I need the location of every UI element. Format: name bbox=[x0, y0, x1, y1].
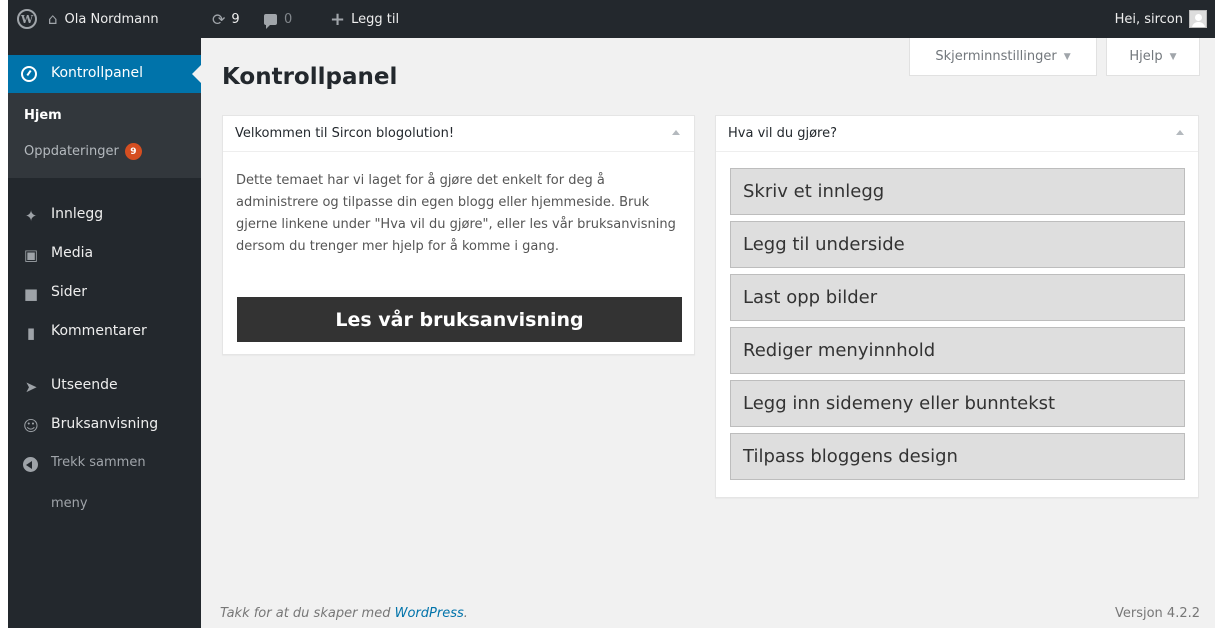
actions-widget-title: Hva vil du gjøre? bbox=[728, 126, 838, 141]
new-content-link[interactable]: + Legg til bbox=[330, 0, 399, 38]
plus-icon: + bbox=[330, 8, 346, 30]
page-title: Kontrollpanel bbox=[222, 64, 398, 90]
media-icon: ▣ bbox=[23, 246, 39, 264]
welcome-widget-title: Velkommen til Sircon blogolution! bbox=[235, 126, 455, 141]
sidebar-item-label: Sider bbox=[51, 284, 88, 300]
screen-options-tab[interactable]: Skjerminnstillinger ▼ bbox=[909, 38, 1097, 76]
action-sidebar-footer[interactable]: Legg inn sidemeny eller bunntekst bbox=[730, 380, 1185, 427]
help-tab[interactable]: Hjelp ▼ bbox=[1106, 38, 1200, 76]
sidebar-item-label: Bruksanvisning bbox=[51, 416, 159, 432]
refresh-icon: ⟳ bbox=[212, 9, 226, 29]
smiley-icon: ☺ bbox=[23, 417, 39, 435]
sidebar-item-manual[interactable]: ☺ Bruksanvisning bbox=[8, 408, 201, 442]
collapse-arrow-icon bbox=[23, 457, 38, 472]
collapse-toggle-icon[interactable] bbox=[1176, 130, 1184, 135]
screen-options-label: Skjerminnstillinger bbox=[935, 49, 1057, 64]
action-add-subpage[interactable]: Legg til underside bbox=[730, 221, 1185, 268]
action-upload-images[interactable]: Last opp bilder bbox=[730, 274, 1185, 321]
welcome-text: Dette temaet har vi laget for å gjøre de… bbox=[236, 173, 676, 254]
updates-link[interactable]: ⟳ 9 bbox=[212, 0, 240, 38]
appearance-icon: ➤ bbox=[24, 378, 38, 396]
action-customize-design[interactable]: Tilpass bloggens design bbox=[730, 433, 1185, 480]
action-edit-menu[interactable]: Rediger menyinnhold bbox=[730, 327, 1185, 374]
updates-badge: 9 bbox=[124, 143, 142, 160]
dashboard-gauge-icon bbox=[21, 66, 37, 82]
comments-link[interactable]: 0 bbox=[264, 0, 292, 38]
avatar bbox=[1189, 10, 1207, 28]
site-name-link[interactable]: ⌂ Ola Nordmann bbox=[48, 0, 159, 38]
sidebar-item-media[interactable]: ▣ Media bbox=[8, 237, 201, 271]
sidebar-item-label: Media bbox=[51, 245, 94, 261]
admin-bar: W ⌂ Ola Nordmann ⟳ 9 0 + Legg til Hei, s… bbox=[8, 0, 1215, 38]
my-account-link[interactable]: Hei, sircon bbox=[1115, 0, 1207, 38]
help-label: Hjelp bbox=[1129, 49, 1163, 64]
caret-down-icon: ▼ bbox=[1169, 51, 1177, 62]
sidebar-item-label: Kommentarer bbox=[51, 323, 147, 339]
welcome-widget-header[interactable]: Velkommen til Sircon blogolution! bbox=[223, 116, 694, 152]
site-name: Ola Nordmann bbox=[64, 11, 159, 27]
submenu-item-updates[interactable]: Oppdateringer 9 bbox=[24, 143, 142, 160]
account-greeting: Hei, sircon bbox=[1114, 11, 1183, 27]
welcome-widget: Velkommen til Sircon blogolution! Dette … bbox=[222, 115, 695, 355]
pin-icon: ✦ bbox=[24, 207, 38, 225]
action-write-post[interactable]: Skriv et innlegg bbox=[730, 168, 1185, 215]
sidebar-item-label: Kontrollpanel bbox=[51, 65, 144, 81]
dashboard-submenu: Hjem Oppdateringer 9 bbox=[8, 93, 201, 178]
comments-count: 0 bbox=[284, 11, 293, 27]
sidebar-item-appearance[interactable]: ➤ Utseende bbox=[8, 369, 201, 403]
wordpress-link[interactable]: WordPress bbox=[395, 606, 464, 621]
footer-thanks-prefix: Takk for at du skaper med bbox=[220, 606, 395, 621]
submenu-item-home[interactable]: Hjem bbox=[24, 108, 62, 123]
comments-icon: ▮ bbox=[26, 324, 36, 342]
collapse-toggle-icon[interactable] bbox=[672, 130, 680, 135]
sidebar-item-comments[interactable]: ▮ Kommentarer bbox=[8, 315, 201, 349]
footer-thanks-suffix: . bbox=[463, 606, 468, 621]
sidebar-item-pages[interactable]: ■ Sider bbox=[8, 276, 201, 310]
pages-icon: ■ bbox=[23, 285, 39, 303]
new-content-label: Legg til bbox=[351, 11, 400, 27]
wp-logo-menu[interactable]: W bbox=[12, 0, 42, 38]
sidebar-item-label: Utseende bbox=[51, 377, 118, 393]
wp-admin-frame: W ⌂ Ola Nordmann ⟳ 9 0 + Legg til Hei, s… bbox=[8, 0, 1215, 628]
caret-down-icon: ▼ bbox=[1063, 51, 1071, 62]
admin-sidebar: Kontrollpanel Hjem Oppdateringer 9 ✦ Inn… bbox=[8, 38, 201, 628]
sidebar-item-label: Innlegg bbox=[51, 206, 104, 222]
footer-thanks: Takk for at du skaper med WordPress. bbox=[220, 606, 468, 621]
collapse-menu-label-line2: meny bbox=[51, 496, 88, 511]
sidebar-item-posts[interactable]: ✦ Innlegg bbox=[8, 198, 201, 232]
sidebar-item-dashboard[interactable]: Kontrollpanel bbox=[8, 55, 201, 93]
collapse-menu-label: Trekk sammen bbox=[51, 455, 146, 470]
home-icon: ⌂ bbox=[48, 10, 58, 28]
submenu-updates-label: Oppdateringer bbox=[24, 144, 119, 159]
read-manual-button[interactable]: Les vår bruksanvisning bbox=[237, 297, 682, 342]
updates-count: 9 bbox=[231, 11, 240, 27]
footer-version: Versjon 4.2.2 bbox=[1114, 606, 1200, 621]
comment-bubble-icon bbox=[264, 13, 277, 29]
wordpress-logo-icon: W bbox=[17, 9, 37, 29]
actions-widget-header[interactable]: Hva vil du gjøre? bbox=[716, 116, 1198, 152]
actions-widget: Hva vil du gjøre? Skriv et innlegg Legg … bbox=[715, 115, 1199, 498]
collapse-menu-button[interactable]: Trekk sammen bbox=[8, 447, 201, 481]
current-menu-arrow bbox=[192, 65, 201, 83]
